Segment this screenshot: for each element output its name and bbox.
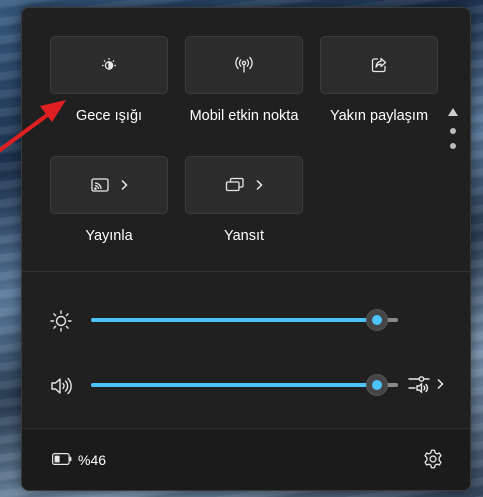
chevron-right-icon [120, 179, 128, 191]
mobile-hotspot-label: Mobil etkin nokta [189, 108, 299, 124]
section-divider [22, 271, 470, 272]
pager-dot-1[interactable] [450, 128, 456, 134]
settings-gear-icon[interactable] [422, 448, 446, 472]
volume-slider[interactable] [91, 374, 398, 396]
battery-status[interactable]: %46 [52, 452, 106, 468]
cast-icon [90, 177, 110, 193]
night-light-icon [100, 56, 118, 74]
mobile-hotspot-icon [234, 56, 254, 74]
audio-output-icon [407, 373, 431, 400]
volume-slider-fill [91, 383, 377, 387]
brightness-slider-fill [91, 318, 377, 322]
volume-row [22, 371, 470, 401]
project-label: Yansıt [223, 228, 265, 244]
chevron-right-icon [255, 179, 263, 191]
mobile-hotspot-tile[interactable] [185, 36, 303, 94]
quick-settings-panel: Gece ışığı Mobil etkin nokta Yakın payla… [21, 7, 471, 491]
project-tile[interactable] [185, 156, 303, 214]
project-icon [225, 177, 245, 193]
quick-settings-footer: %46 [22, 428, 470, 490]
audio-output-button[interactable] [407, 371, 447, 401]
volume-slider-thumb[interactable] [365, 374, 388, 396]
battery-percent: %46 [78, 452, 107, 468]
cast-label: Yayınla [85, 228, 133, 244]
brightness-icon [49, 309, 73, 333]
speaker-icon[interactable] [49, 374, 73, 398]
pager-up-arrow-icon[interactable] [448, 108, 458, 116]
pager-dot-2[interactable] [450, 143, 456, 149]
nearby-share-tile[interactable] [320, 36, 438, 94]
battery-icon [52, 452, 72, 468]
brightness-slider-thumb[interactable] [365, 309, 388, 331]
cast-tile[interactable] [50, 156, 168, 214]
nearby-share-label: Yakın paylaşım [329, 108, 429, 124]
night-light-tile[interactable] [50, 36, 168, 94]
brightness-row [22, 306, 470, 336]
tile-pager [446, 108, 460, 158]
night-light-label: Gece ışığı [75, 108, 143, 124]
brightness-slider[interactable] [91, 309, 398, 331]
chevron-right-icon [436, 377, 444, 395]
nearby-share-icon [370, 56, 388, 74]
